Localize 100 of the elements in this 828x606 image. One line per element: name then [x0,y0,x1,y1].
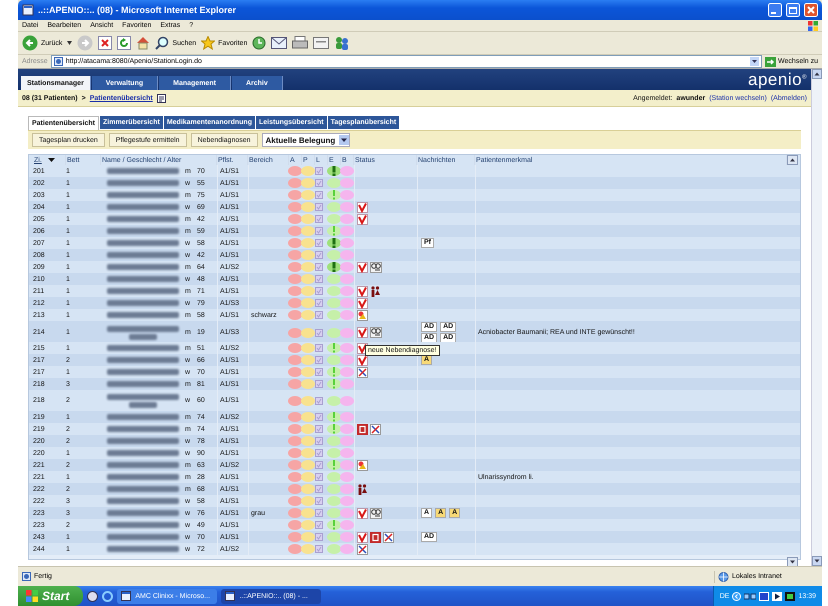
status-dot [301,226,315,236]
status-dot [301,310,315,320]
magnifier-icon[interactable] [370,262,382,272]
apenio-logo: apenio$^{®}$ [748,70,808,90]
star-icon [201,36,216,50]
app-tray-icon[interactable] [785,592,796,600]
status-dot [301,202,315,212]
checkbox-icon [315,191,323,199]
desktop-icon[interactable] [87,590,98,602]
page-icon [54,57,63,66]
search-icon [155,36,170,50]
windows-logo-icon [808,20,818,30]
print-icon[interactable] [292,36,308,50]
maximize-button[interactable] [786,3,800,17]
status-dot [301,544,315,554]
dropdown-caret-icon[interactable] [67,41,72,45]
picture-icon[interactable] [357,460,368,470]
magnifier-icon[interactable] [370,327,382,338]
mail-icon[interactable] [271,37,288,49]
status-dot [301,166,315,176]
check-icon[interactable] [357,262,368,272]
checkbox-icon [315,203,323,211]
status-dot [340,274,354,284]
close-button[interactable] [804,3,818,17]
cross-icon[interactable] [357,366,368,378]
checkbox-icon [315,473,323,481]
checkbox-icon [315,167,323,175]
status-dot [301,448,315,458]
tray-arrow-icon[interactable] [732,592,742,600]
magnifier-icon[interactable] [370,508,382,518]
checkbox-icon [315,437,323,445]
figures-icon[interactable] [357,484,367,494]
status-dot [340,298,354,308]
status-dot [288,262,302,272]
status-dot [340,412,354,422]
view-select[interactable]: Aktuelle Belegung [262,133,350,147]
home-icon[interactable] [136,36,150,50]
status-dot [340,250,354,260]
checkbox-icon [315,287,323,295]
status-dot [288,379,302,389]
status-dot [340,396,354,406]
stop-icon[interactable] [98,36,112,50]
checkbox-icon [315,368,323,376]
check-icon[interactable] [357,508,368,518]
checkbox-icon [315,425,323,433]
browser-icon[interactable] [102,590,114,602]
status-dot [288,436,302,446]
figures-icon[interactable] [370,286,380,296]
status-dot [340,343,354,353]
picture-icon[interactable] [357,310,368,320]
status-dot [288,496,302,506]
cross-icon[interactable] [383,532,394,542]
cross-icon[interactable] [357,544,368,554]
check-icon[interactable] [357,214,368,224]
status-dot [301,396,315,406]
scroll-down-button[interactable] [787,557,798,567]
check-icon[interactable] [357,532,368,542]
cross-icon[interactable] [370,424,381,434]
checkbox-icon [315,356,323,364]
messenger-icon[interactable] [334,36,350,50]
status-dot [301,250,315,260]
check-icon[interactable] [357,354,368,366]
check-icon[interactable] [357,286,368,296]
status-dot [340,508,354,518]
refresh-icon[interactable] [117,36,132,50]
tag-icon[interactable] [370,532,381,542]
minimize-button[interactable] [768,3,782,17]
check-icon[interactable] [357,327,368,338]
status-dot [301,190,315,200]
edit-icon[interactable] [313,37,330,49]
status-dot [288,166,302,176]
monitor-icon[interactable] [759,592,770,600]
scroll-up-button[interactable] [812,69,822,79]
status-dot [340,202,354,212]
status-dot [288,355,302,365]
status-dot [288,274,302,284]
scroll-down-button[interactable] [812,556,822,566]
sort-icon [48,158,55,162]
history-icon[interactable] [252,36,266,50]
status-dot [340,424,354,434]
scroll-up-button[interactable] [787,155,798,165]
app-icon [22,4,34,16]
status-dot [288,202,302,212]
status-dot [340,214,354,224]
play-icon[interactable] [772,592,782,600]
status-dot [301,472,315,482]
check-icon[interactable] [357,202,368,212]
status-dot [301,460,315,470]
status-dot [288,367,302,377]
globe-icon [718,572,729,582]
status-dot [288,238,302,248]
tag-icon[interactable] [357,424,368,434]
checkbox-icon [315,449,323,457]
status-dot [288,532,302,542]
checkbox-icon [315,344,323,352]
check-icon[interactable] [357,298,368,308]
page-icon[interactable] [156,94,166,102]
window-title: ..::APENIO::.. (08) - Microsoft Internet Explorer [38,5,238,15]
network-icon[interactable] [744,592,756,600]
status-dot [288,484,302,494]
